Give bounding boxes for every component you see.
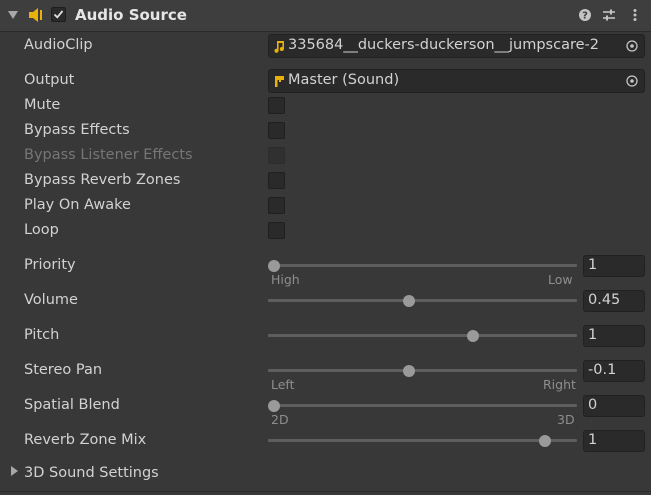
audioclip-field[interactable]: 335684__duckers-duckerson__jumpscare-2 (268, 34, 645, 58)
volume-slider-track[interactable] (268, 299, 577, 302)
object-picker-icon[interactable] (626, 75, 638, 87)
stereo-pan-input[interactable]: -0.1 (583, 360, 645, 382)
priority-input[interactable]: 1 (583, 255, 645, 277)
output-value: Master (Sound) (288, 72, 400, 88)
stereo-pan-label: Stereo Pan (24, 362, 103, 378)
bypass-reverb-zones-label: Bypass Reverb Zones (24, 172, 181, 188)
pitch-input[interactable]: 1 (583, 325, 645, 347)
mute-label: Mute (24, 97, 61, 113)
output-field[interactable]: Master (Sound) (268, 69, 645, 93)
stereo-pan-slider-track[interactable] (268, 369, 577, 372)
stereo-pan-min-label: Left (271, 377, 295, 392)
speaker-icon (29, 8, 42, 22)
priority-max-label: Low (548, 272, 573, 287)
output-label: Output (24, 72, 75, 88)
object-picker-icon[interactable] (626, 40, 638, 52)
bypass-listener-effects-checkbox (268, 147, 285, 164)
priority-min-label: High (271, 272, 300, 287)
bypass-effects-label: Bypass Effects (24, 122, 130, 138)
bypass-listener-effects-label: Bypass Listener Effects (24, 147, 193, 163)
volume-label: Volume (24, 292, 78, 308)
foldout-arrow-icon[interactable] (8, 11, 18, 19)
reverb-zone-mix-input[interactable]: 1 (583, 430, 645, 452)
more-icon[interactable] (628, 8, 642, 22)
component-header: Audio Source ? (0, 0, 651, 32)
spatial-blend-label: Spatial Blend (24, 397, 120, 413)
loop-label: Loop (24, 222, 59, 238)
bypass-reverb-zones-checkbox[interactable] (268, 172, 285, 189)
spatial-blend-max-label: 3D (557, 412, 575, 427)
mixer-group-icon (275, 76, 284, 87)
reverb-zone-mix-slider-thumb[interactable] (538, 435, 551, 447)
stereo-pan-slider-thumb[interactable] (403, 365, 416, 377)
spatial-blend-slider-thumb[interactable] (268, 400, 280, 412)
foldout-arrow-right-icon[interactable] (11, 466, 18, 476)
play-on-awake-label: Play On Awake (24, 197, 131, 213)
bypass-effects-checkbox[interactable] (268, 122, 285, 139)
music-note-icon (274, 41, 284, 53)
priority-label: Priority (24, 257, 76, 273)
spatial-blend-slider-track[interactable] (268, 404, 577, 407)
component-title: Audio Source (75, 6, 187, 24)
pitch-label: Pitch (24, 327, 60, 343)
reverb-zone-mix-slider-track[interactable] (268, 439, 577, 442)
pitch-slider-thumb[interactable] (466, 330, 479, 342)
mute-checkbox[interactable] (268, 97, 285, 114)
svg-text:?: ? (582, 11, 588, 22)
priority-slider-thumb[interactable] (268, 260, 280, 272)
spatial-blend-input[interactable]: 0 (583, 395, 645, 417)
pitch-slider-track[interactable] (268, 334, 577, 337)
reverb-zone-mix-label: Reverb Zone Mix (24, 432, 147, 448)
audioclip-value: 335684__duckers-duckerson__jumpscare-2 (288, 37, 599, 53)
presets-icon[interactable] (602, 8, 616, 22)
3d-sound-settings-foldout[interactable]: 3D Sound Settings (24, 465, 159, 481)
help-icon[interactable]: ? (578, 8, 592, 22)
spatial-blend-min-label: 2D (271, 412, 289, 427)
loop-checkbox[interactable] (268, 222, 285, 239)
volume-slider-thumb[interactable] (403, 295, 416, 307)
checkmark-icon (53, 10, 64, 19)
divider (0, 491, 651, 492)
component-enabled-checkbox[interactable] (51, 7, 66, 22)
audioclip-label: AudioClip (24, 37, 93, 53)
priority-slider-track[interactable] (268, 264, 577, 267)
volume-input[interactable]: 0.45 (583, 290, 645, 312)
play-on-awake-checkbox[interactable] (268, 197, 285, 214)
stereo-pan-max-label: Right (543, 377, 576, 392)
